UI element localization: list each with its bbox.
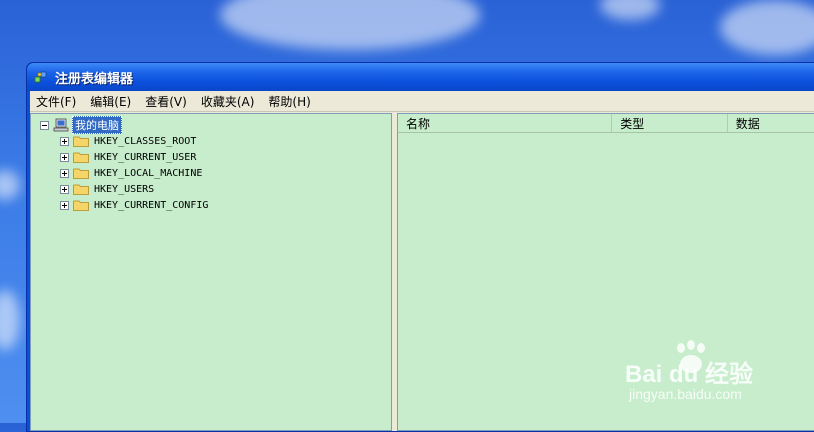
menu-favorites[interactable]: 收藏夹(A) [195,93,261,110]
menu-help[interactable]: 帮助(H) [262,93,316,110]
menu-edit[interactable]: 编辑(E) [84,93,137,110]
desktop-cloud [0,290,20,350]
tree-root-label[interactable]: 我的电脑 [72,116,122,134]
watermark: Bai du 经验 jingyan.baidu.com [625,340,805,406]
desktop-cloud [720,0,814,55]
tree-key-hkcu[interactable]: HKEY_CURRENT_USER [60,149,196,165]
tree-key-label[interactable]: HKEY_LOCAL_MACHINE [94,168,202,179]
desktop-cloud [600,0,660,20]
folder-icon [73,200,89,211]
menu-file[interactable]: 文件(F) [30,93,82,110]
expand-toggle[interactable] [60,200,69,210]
column-header-type[interactable]: 类型 [612,114,728,132]
desktop-cloud [0,170,20,200]
folder-icon [73,136,89,147]
title-bar[interactable]: 注册表编辑器 [27,63,814,91]
list-header: 名称 类型 数据 [398,114,814,133]
computer-icon [53,118,69,132]
menu-bar: 文件(F) 编辑(E) 查看(V) 收藏夹(A) 帮助(H) [30,91,814,112]
expand-toggle[interactable] [60,184,69,194]
tree-key-hkcc[interactable]: HKEY_CURRENT_CONFIG [60,197,208,213]
tree-key-label[interactable]: HKEY_CURRENT_USER [94,152,196,163]
tree-key-label[interactable]: HKEY_CLASSES_ROOT [94,136,196,147]
collapse-toggle[interactable] [40,120,49,130]
watermark-brand: Bai du 经验 [625,361,754,388]
tree-key-hkcr[interactable]: HKEY_CLASSES_ROOT [60,133,196,149]
tree-key-hku[interactable]: HKEY_USERS [60,181,154,197]
key-tree-pane[interactable]: 我的电脑 HKEY_CLASSES_ROOT HKEY_CURRENT_USER… [30,113,392,431]
folder-icon [73,184,89,195]
menu-view[interactable]: 查看(V) [139,93,193,110]
tree-root[interactable]: 我的电脑 [40,116,122,134]
tree-key-label[interactable]: HKEY_CURRENT_CONFIG [94,200,208,211]
expand-toggle[interactable] [60,152,69,162]
tree-key-label[interactable]: HKEY_USERS [94,184,154,195]
expand-toggle[interactable] [60,136,69,146]
column-header-name[interactable]: 名称 [398,114,613,132]
column-header-data[interactable]: 数据 [728,114,814,132]
watermark-url: jingyan.baidu.com [629,386,742,402]
folder-icon [73,168,89,179]
desktop-cloud [220,0,480,50]
window-title: 注册表编辑器 [55,71,134,87]
tree-key-hklm[interactable]: HKEY_LOCAL_MACHINE [60,165,202,181]
folder-icon [73,152,89,163]
regedit-icon [34,71,47,83]
expand-toggle[interactable] [60,168,69,178]
